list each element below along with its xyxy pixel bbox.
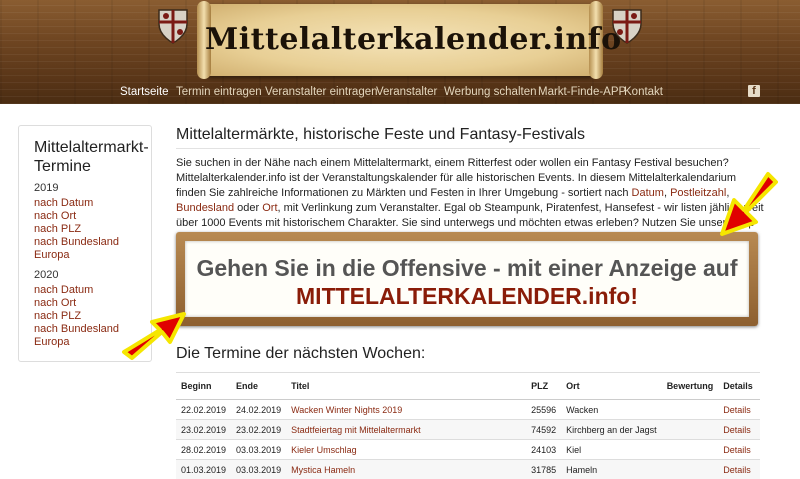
- title-scroll[interactable]: Mittelalterkalender.info: [205, 4, 595, 76]
- cell-ort: Wacken: [561, 400, 662, 420]
- sidebar-2020-nach-datum[interactable]: nach Datum: [34, 284, 93, 296]
- intro-sep-3: oder: [234, 202, 262, 214]
- sidebar-2019-nach-ort[interactable]: nach Ort: [34, 210, 76, 222]
- table-row: 23.02.2019 23.02.2019 Stadtfeiertag mit …: [176, 420, 760, 440]
- table-row: 22.02.2019 24.02.2019 Wacken Winter Nigh…: [176, 400, 760, 420]
- cell-plz: 31785: [526, 460, 561, 479]
- events-heading: Die Termine der nächsten Wochen:: [176, 345, 425, 363]
- coat-of-arms-left-icon: [156, 6, 190, 46]
- nav-veranstalter-eintragen[interactable]: Veranstalter eintragen: [265, 86, 378, 98]
- cell-ende: 23.02.2019: [231, 420, 286, 440]
- title-divider: [176, 148, 760, 149]
- cell-beginn: 22.02.2019: [176, 400, 231, 420]
- sidebar-2019-nach-datum[interactable]: nach Datum: [34, 197, 93, 209]
- cell-details-link[interactable]: Details: [718, 400, 760, 420]
- cell-beginn: 01.03.2019: [176, 460, 231, 479]
- cell-titel-link[interactable]: Wacken Winter Nights 2019: [286, 400, 526, 420]
- col-titel: Titel: [286, 373, 526, 400]
- cell-plz: 74592: [526, 420, 561, 440]
- cell-ort: Kirchberg an der Jagst: [561, 420, 662, 440]
- sidebar-2019-europa[interactable]: Europa: [34, 249, 69, 261]
- cell-ende: 03.03.2019: [231, 460, 286, 479]
- sidebar-2020-europa[interactable]: Europa: [34, 336, 69, 348]
- site-header: Mittelalterkalender.info Startseite Term…: [0, 0, 800, 104]
- cell-beginn: 28.02.2019: [176, 440, 231, 460]
- cell-plz: 24103: [526, 440, 561, 460]
- table-header-row: Beginn Ende Titel PLZ Ort Bewertung Deta…: [176, 373, 760, 400]
- cell-details-link[interactable]: Details: [718, 420, 760, 440]
- intro-link-bundesland[interactable]: Bundesland: [176, 202, 234, 214]
- facebook-icon[interactable]: f: [748, 85, 760, 97]
- col-ende: Ende: [231, 373, 286, 400]
- ad-banner-panel[interactable]: Gehen Sie in die Offensive - mit einer A…: [185, 241, 749, 317]
- cell-ende: 03.03.2019: [231, 440, 286, 460]
- col-bewertung: Bewertung: [662, 373, 719, 400]
- cell-titel-link[interactable]: Kieler Umschlag: [286, 440, 526, 460]
- events-table: Beginn Ende Titel PLZ Ort Bewertung Deta…: [176, 372, 760, 479]
- nav-werbung-schalten[interactable]: Werbung schalten: [444, 86, 536, 98]
- cell-titel-link[interactable]: Stadtfeiertag mit Mittelaltermarkt: [286, 420, 526, 440]
- cell-ende: 24.02.2019: [231, 400, 286, 420]
- col-plz: PLZ: [526, 373, 561, 400]
- sidebar-title: Mittelaltermarkt-Termine: [34, 138, 152, 176]
- cell-beginn: 23.02.2019: [176, 420, 231, 440]
- cell-plz: 25596: [526, 400, 561, 420]
- cell-ort: Kiel: [561, 440, 662, 460]
- main-navigation: Startseite Termin eintragen Veranstalter…: [0, 82, 800, 104]
- col-details: Details: [718, 373, 760, 400]
- table-row: 28.02.2019 03.03.2019 Kieler Umschlag 24…: [176, 440, 760, 460]
- cell-titel-link[interactable]: Mystica Hameln: [286, 460, 526, 479]
- table-row: 01.03.2019 03.03.2019 Mystica Hameln 317…: [176, 460, 760, 479]
- cell-ort: Hameln: [561, 460, 662, 479]
- coat-of-arms-right-icon: [610, 6, 644, 46]
- intro-link-datum[interactable]: Datum: [632, 187, 664, 199]
- sidebar-year-2020: 2020: [34, 269, 58, 281]
- cell-bewertung: [662, 460, 719, 479]
- site-logo-title[interactable]: Mittelalterkalender.info: [205, 22, 595, 57]
- cell-bewertung: [662, 420, 719, 440]
- nav-kontakt[interactable]: Kontakt: [624, 86, 663, 98]
- sidebar-year-2019: 2019: [34, 182, 58, 194]
- sidebar-2019-nach-plz[interactable]: nach PLZ: [34, 223, 81, 235]
- cell-bewertung: [662, 400, 719, 420]
- sidebar-2019-nach-bundesland[interactable]: nach Bundesland: [34, 236, 119, 248]
- ad-headline[interactable]: Gehen Sie in die Offensive - mit einer A…: [185, 255, 749, 282]
- page-title: Mittelaltermärkte, historische Feste und…: [176, 126, 585, 144]
- cell-details-link[interactable]: Details: [718, 460, 760, 479]
- sidebar-2020-nach-plz[interactable]: nach PLZ: [34, 310, 81, 322]
- nav-veranstalter[interactable]: Veranstalter: [376, 86, 437, 98]
- intro-link-ort[interactable]: Ort: [262, 202, 277, 214]
- nav-markt-finde-app[interactable]: Markt-Finde-APP: [538, 86, 626, 98]
- cell-details-link[interactable]: Details: [718, 440, 760, 460]
- ad-brand-line[interactable]: MITTELALTERKALENDER.info!: [185, 283, 749, 310]
- nav-termin-eintragen[interactable]: Termin eintragen: [176, 86, 262, 98]
- cell-bewertung: [662, 440, 719, 460]
- nav-startseite[interactable]: Startseite: [120, 86, 169, 98]
- sidebar-2020-nach-bundesland[interactable]: nach Bundesland: [34, 323, 119, 335]
- sidebar-2020-nach-ort[interactable]: nach Ort: [34, 297, 76, 309]
- red-arrow-down-left-icon: [716, 170, 778, 240]
- col-ort: Ort: [561, 373, 662, 400]
- ad-banner[interactable]: Gehen Sie in die Offensive - mit einer A…: [176, 232, 758, 326]
- col-beginn: Beginn: [176, 373, 231, 400]
